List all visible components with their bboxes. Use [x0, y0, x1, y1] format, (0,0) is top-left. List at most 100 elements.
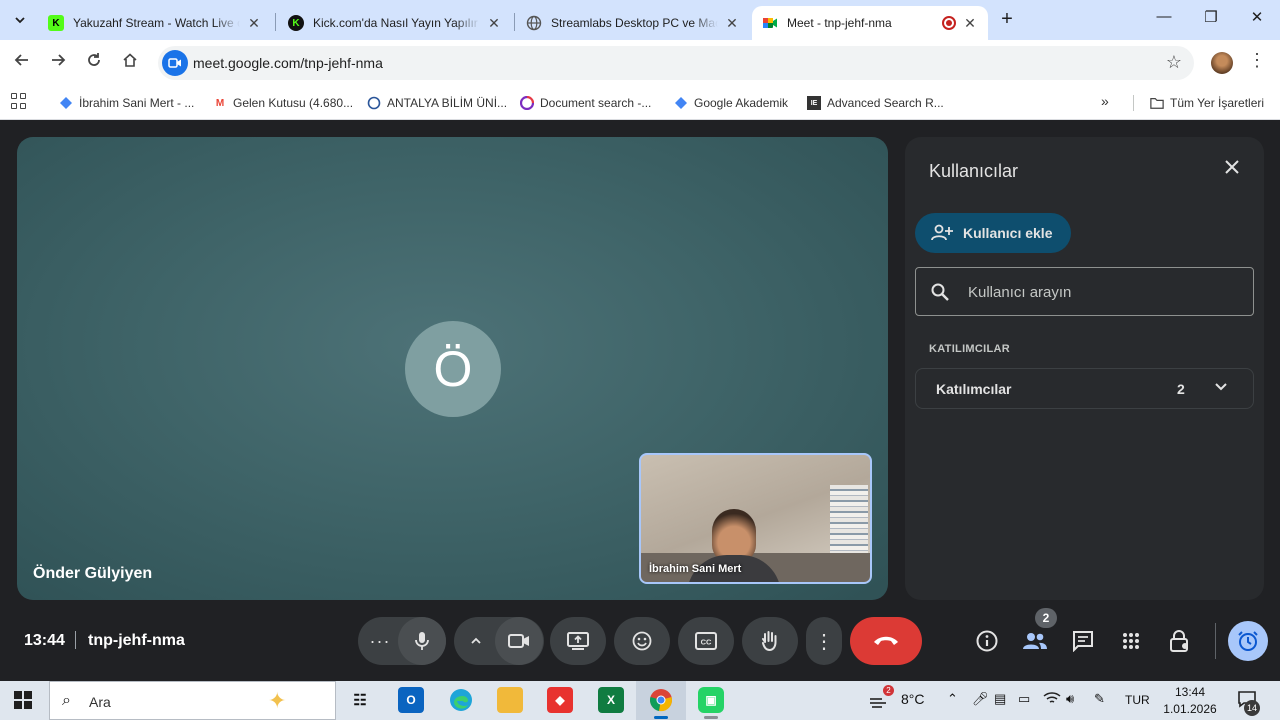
- close-panel-button[interactable]: [1220, 157, 1244, 181]
- bookmark-advanced-search[interactable]: IE Advanced Search R...: [807, 92, 944, 114]
- weather-icon[interactable]: 2: [868, 685, 894, 714]
- people-search-input[interactable]: Kullanıcı arayın: [915, 267, 1254, 316]
- notifications-button[interactable]: 14: [1237, 690, 1263, 716]
- tab-title: Streamlabs Desktop PC ve Mac: [551, 16, 718, 30]
- windows-start-icon[interactable]: [14, 691, 32, 709]
- microphone-tray-icon[interactable]: 🎤︎: [972, 691, 989, 707]
- restore-button[interactable]: ❐: [1188, 8, 1234, 32]
- edge-icon[interactable]: [448, 687, 474, 713]
- tab-yakuzahf[interactable]: K Yakuzahf Stream - Watch Live o ✕: [38, 6, 272, 40]
- minimize-button[interactable]: —: [1141, 8, 1187, 32]
- window-close-button[interactable]: ✕: [1234, 8, 1280, 32]
- close-icon[interactable]: ✕: [962, 15, 978, 32]
- close-icon[interactable]: ✕: [724, 15, 740, 32]
- kick-logo-icon: K: [48, 15, 64, 31]
- bookmark-star-icon[interactable]: ☆: [1166, 52, 1182, 73]
- bookmark-label: Gelen Kutusu (4.680...: [233, 96, 354, 110]
- streaming-app-icon[interactable]: ▣: [698, 687, 724, 713]
- chat-button[interactable]: [1069, 627, 1097, 655]
- reload-button[interactable]: [82, 51, 106, 75]
- microphone-icon: [415, 632, 429, 650]
- kick-logo-icon: K: [288, 15, 304, 31]
- apps-grid-icon[interactable]: [11, 93, 27, 109]
- meeting-details-button[interactable]: [973, 627, 1001, 655]
- battery-icon[interactable]: ▭: [1018, 691, 1030, 707]
- more-horizontal-icon: ···: [369, 630, 391, 651]
- timer-button[interactable]: [1228, 621, 1268, 661]
- tab-separator: [514, 13, 515, 31]
- people-button[interactable]: [1021, 627, 1049, 655]
- bookmark-google-akademik[interactable]: Google Akademik: [674, 92, 788, 114]
- new-tab-button[interactable]: +: [995, 8, 1019, 32]
- participants-count: 2: [1177, 381, 1185, 397]
- file-explorer-icon[interactable]: [497, 687, 523, 713]
- tab-meet[interactable]: Meet - tnp-jehf-nma ✕: [752, 6, 988, 40]
- chrome-icon[interactable]: [648, 687, 674, 713]
- forward-button[interactable]: [46, 51, 70, 75]
- tab-kick[interactable]: K Kick.com'da Nasıl Yayın Yapılır | ✕: [278, 6, 512, 40]
- bookmarks-overflow-icon[interactable]: »: [1101, 93, 1109, 109]
- address-bar[interactable]: meet.google.com/tnp-jehf-nma ☆: [158, 46, 1194, 80]
- scholar-icon: [59, 96, 73, 110]
- bookmarks-folder[interactable]: Tüm Yer İşaretleri: [1150, 92, 1264, 114]
- globe-icon: [526, 15, 542, 31]
- browser-menu-icon[interactable]: ⋮: [1248, 50, 1266, 71]
- info-icon: [976, 630, 998, 652]
- site-info-icon[interactable]: [162, 50, 188, 76]
- video-options-button[interactable]: [454, 617, 498, 665]
- activities-button[interactable]: [1117, 627, 1145, 655]
- browser-toolbar: meet.google.com/tnp-jehf-nma ☆: [0, 40, 1280, 86]
- tab-streamlabs[interactable]: Streamlabs Desktop PC ve Mac ✕: [516, 6, 750, 40]
- profile-avatar[interactable]: [1211, 52, 1233, 74]
- volume-icon[interactable]: 🔊︎: [1066, 691, 1074, 707]
- scholar-icon: [674, 96, 688, 110]
- task-view-icon[interactable]: ☷: [347, 687, 373, 713]
- reactions-button[interactable]: [614, 617, 670, 665]
- leave-call-button[interactable]: [850, 617, 922, 665]
- weather-temperature[interactable]: 8°C: [901, 691, 925, 707]
- wifi-icon[interactable]: [1043, 691, 1061, 708]
- bookmark-label: Document search -...: [540, 96, 652, 110]
- host-controls-button[interactable]: [1166, 627, 1194, 655]
- chevron-up-icon[interactable]: ⌃: [947, 691, 958, 707]
- bookmarks-separator: [1133, 95, 1134, 111]
- people-panel: Kullanıcılar Kullanıcı ekle Kullanıcı ar…: [905, 137, 1264, 600]
- taskbar-search-input[interactable]: ⌕ Ara ✦: [49, 681, 336, 720]
- pen-icon[interactable]: ✎: [1094, 691, 1105, 707]
- bookmark-ibrahim[interactable]: İbrahim Sani Mert - ...: [59, 92, 194, 114]
- close-icon[interactable]: ✕: [246, 15, 262, 32]
- chat-icon: [1073, 631, 1093, 652]
- more-options-button[interactable]: ⋮: [806, 617, 842, 665]
- self-view-tile[interactable]: İbrahim Sani Mert: [639, 453, 872, 584]
- camera-button[interactable]: [495, 617, 543, 665]
- add-people-button[interactable]: Kullanıcı ekle: [915, 213, 1071, 253]
- bookmark-antalya[interactable]: ANTALYA BİLİM ÜNİ...: [367, 92, 507, 114]
- language-indicator[interactable]: TUR: [1125, 693, 1150, 707]
- excel-icon[interactable]: X: [598, 687, 624, 713]
- chevron-down-icon: [1214, 379, 1228, 398]
- person-add-icon: [931, 224, 953, 241]
- bookmark-document-search[interactable]: Document search -...: [520, 92, 651, 114]
- participant-name: Önder Gülyiyen: [33, 565, 153, 582]
- taskbar-search-placeholder: Ara: [89, 694, 111, 710]
- participants-accordion[interactable]: Katılımcılar 2: [915, 368, 1254, 409]
- system-clock[interactable]: 13:44 1.01.2026: [1158, 684, 1222, 718]
- tab-search-button[interactable]: [6, 6, 34, 34]
- captions-button[interactable]: CC: [678, 617, 734, 665]
- bookmark-label: Tüm Yer İşaretleri: [1170, 96, 1265, 110]
- present-screen-button[interactable]: [550, 617, 606, 665]
- microphone-button[interactable]: [398, 617, 446, 665]
- outlook-icon[interactable]: O: [398, 687, 424, 713]
- close-icon[interactable]: ✕: [486, 15, 502, 32]
- svg-text:CC: CC: [701, 638, 712, 647]
- raise-hand-button[interactable]: [742, 617, 798, 665]
- anydesk-icon[interactable]: ◆: [547, 687, 573, 713]
- divider: [1215, 623, 1216, 659]
- app-indicator: [704, 716, 718, 719]
- emoji-icon: [632, 631, 652, 651]
- home-button[interactable]: [118, 51, 142, 75]
- back-button[interactable]: [10, 51, 34, 75]
- screen-capture-icon[interactable]: ▤: [994, 691, 1006, 707]
- audio-options-button[interactable]: ···: [358, 617, 402, 665]
- bookmark-gmail[interactable]: M Gelen Kutusu (4.680...: [213, 92, 353, 114]
